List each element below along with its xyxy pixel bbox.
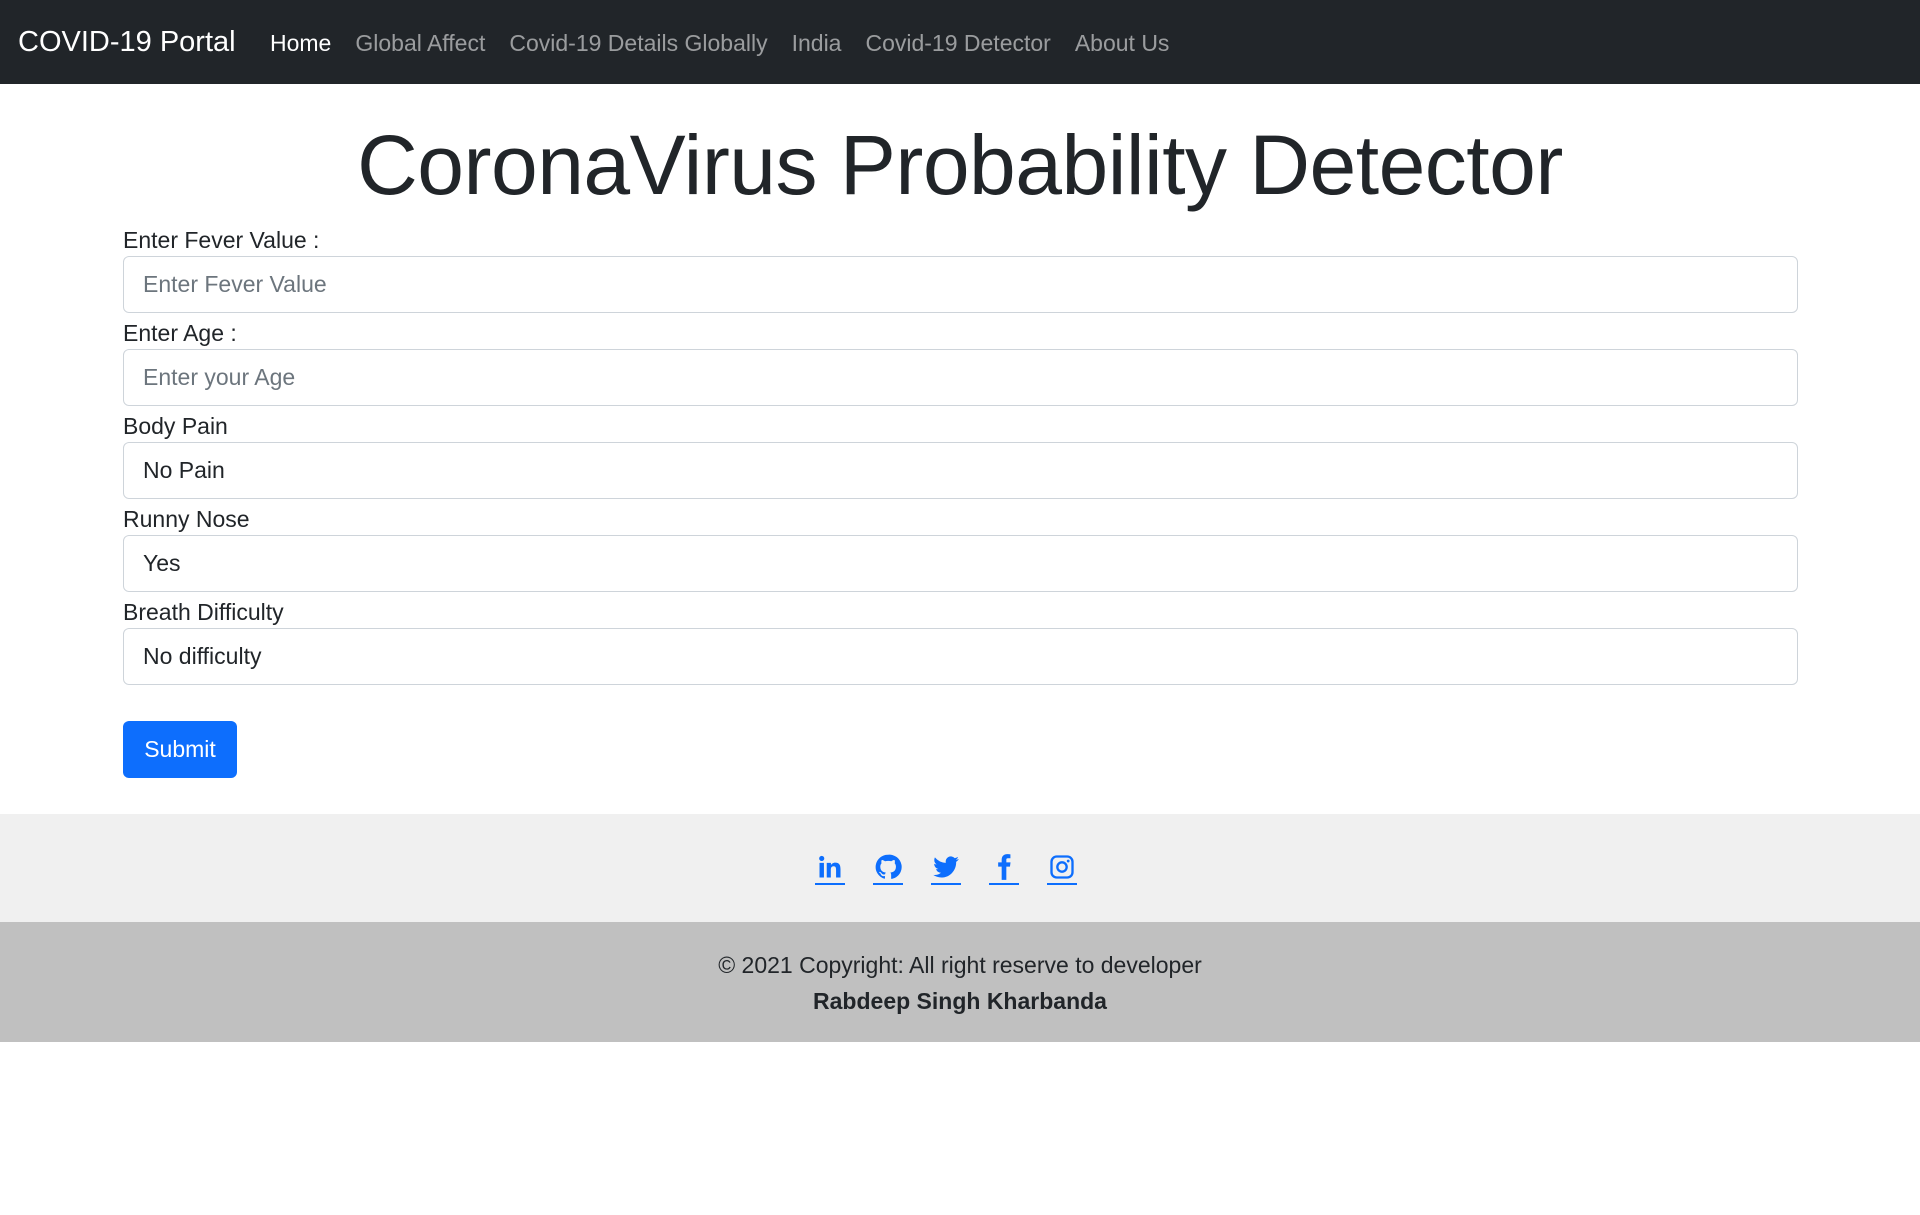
nav-home-link[interactable]: Home bbox=[270, 24, 331, 62]
fever-label: Enter Fever Value : bbox=[123, 227, 320, 253]
page-title: CoronaVirus Probability Detector bbox=[357, 118, 1563, 212]
linkedin-icon[interactable] bbox=[815, 851, 845, 885]
breath-difficulty-selected-value: No difficulty bbox=[143, 643, 262, 669]
runny-nose-group: Runny Nose Yes bbox=[123, 502, 1798, 595]
fever-input[interactable] bbox=[123, 256, 1798, 313]
body-pain-selected-value: No Pain bbox=[143, 457, 225, 483]
copyright-text: © 2021 Copyright: All right reserve to d… bbox=[718, 952, 1202, 978]
twitter-icon[interactable] bbox=[931, 851, 961, 885]
breath-difficulty-label: Breath Difficulty bbox=[123, 599, 284, 625]
brand-link[interactable]: COVID-19 Portal bbox=[18, 22, 236, 62]
nav-links: Home Global Affect Covid-19 Details Glob… bbox=[270, 24, 1169, 62]
submit-button[interactable]: Submit bbox=[123, 721, 237, 778]
footer: © 2021 Copyright: All right reserve to d… bbox=[0, 922, 1920, 1042]
nav-about-us-link[interactable]: About Us bbox=[1075, 24, 1170, 62]
nav-global-affect-link[interactable]: Global Affect bbox=[355, 24, 485, 62]
breath-difficulty-select[interactable]: No difficulty bbox=[123, 628, 1798, 685]
age-group: Enter Age : bbox=[123, 316, 1798, 409]
runny-nose-select[interactable]: Yes bbox=[123, 535, 1798, 592]
fever-group: Enter Fever Value : bbox=[123, 223, 1798, 316]
age-label: Enter Age : bbox=[123, 320, 237, 346]
github-icon[interactable] bbox=[873, 851, 903, 885]
facebook-icon[interactable] bbox=[989, 851, 1019, 885]
social-bar bbox=[0, 814, 1920, 922]
developer-name: Rabdeep Singh Kharbanda bbox=[813, 988, 1107, 1014]
breath-difficulty-group: Breath Difficulty No difficulty bbox=[123, 595, 1798, 688]
nav-detector-link[interactable]: Covid-19 Detector bbox=[865, 24, 1050, 62]
navbar: COVID-19 Portal Home Global Affect Covid… bbox=[0, 0, 1920, 84]
runny-nose-selected-value: Yes bbox=[143, 550, 181, 576]
detector-form: Enter Fever Value : Enter Age : Body Pai… bbox=[123, 223, 1798, 688]
social-icons bbox=[815, 851, 1077, 885]
nav-details-globally-link[interactable]: Covid-19 Details Globally bbox=[509, 24, 767, 62]
body-pain-label: Body Pain bbox=[123, 413, 228, 439]
body-pain-group: Body Pain No Pain bbox=[123, 409, 1798, 502]
instagram-icon[interactable] bbox=[1047, 851, 1077, 885]
nav-india-link[interactable]: India bbox=[792, 24, 842, 62]
age-input[interactable] bbox=[123, 349, 1798, 406]
body-pain-select[interactable]: No Pain bbox=[123, 442, 1798, 499]
runny-nose-label: Runny Nose bbox=[123, 506, 250, 532]
